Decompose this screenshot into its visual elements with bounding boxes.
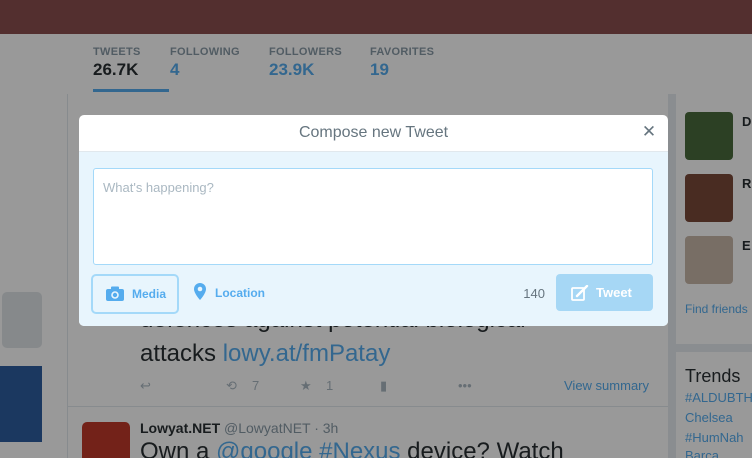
tweet-compose-input[interactable]: What's happening?	[93, 168, 653, 265]
location-pin-icon	[194, 283, 206, 300]
close-icon[interactable]: ✕	[640, 123, 658, 141]
camera-icon	[106, 286, 124, 301]
modal-header: Compose new Tweet ✕	[79, 115, 668, 152]
compose-icon	[571, 285, 589, 301]
modal-title: Compose new Tweet	[298, 124, 449, 141]
modal-body: What's happening? Media Location 140 Twe…	[79, 152, 668, 326]
character-counter: 140	[523, 286, 545, 301]
tweet-button[interactable]: Tweet	[556, 274, 653, 311]
media-label: Media	[132, 287, 167, 301]
compose-placeholder: What's happening?	[103, 180, 214, 195]
add-media-button[interactable]: Media	[91, 274, 179, 314]
add-location-button[interactable]: Location	[192, 277, 272, 307]
location-label: Location	[215, 286, 265, 300]
tweet-button-label: Tweet	[596, 285, 632, 300]
compose-tweet-modal: Compose new Tweet ✕ What's happening? Me…	[79, 115, 668, 326]
